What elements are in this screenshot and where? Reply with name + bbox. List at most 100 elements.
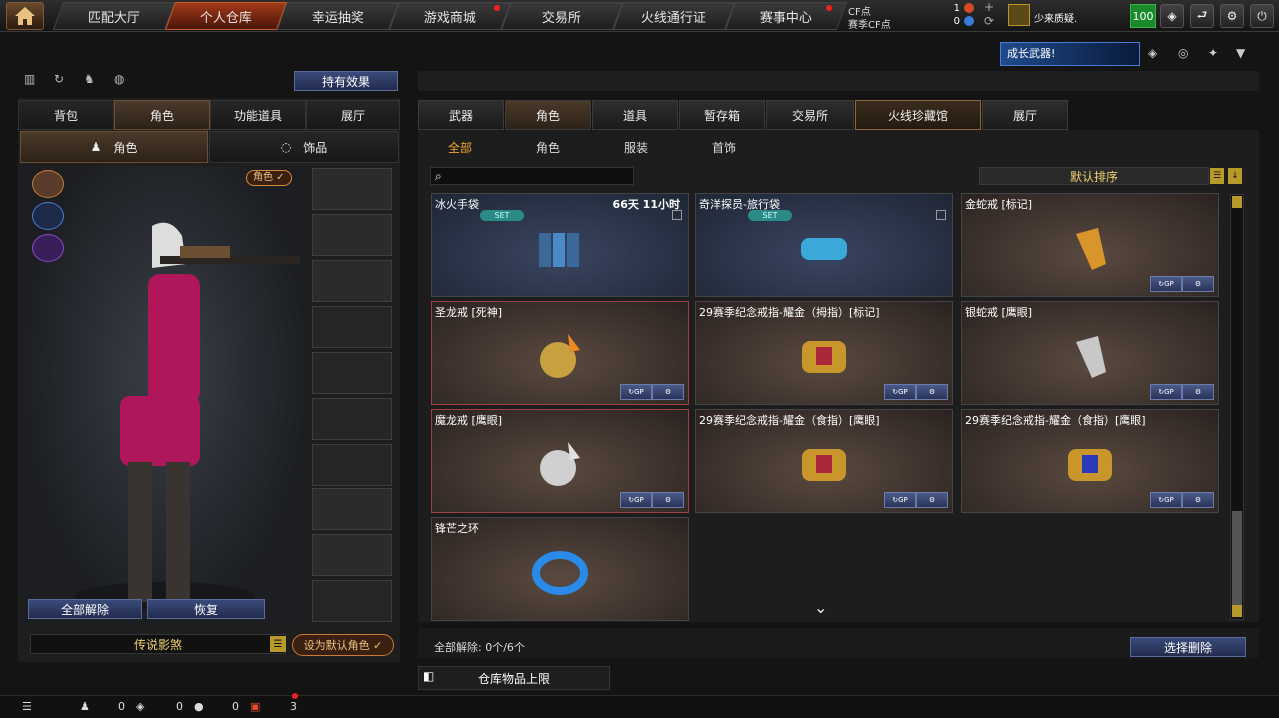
badge-icon-2[interactable]: ◎ bbox=[1178, 46, 1196, 64]
equip-slot-9[interactable] bbox=[312, 534, 392, 576]
nav-tab-exchange[interactable]: 交易所 bbox=[500, 2, 624, 30]
item-card[interactable]: 29赛季纪念戒指-耀金（食指）[鹰眼] ↻GP ⚙ bbox=[961, 409, 1219, 513]
tab-showroom[interactable]: 展厅 bbox=[306, 100, 400, 130]
character-icon[interactable]: ♞ bbox=[84, 72, 100, 88]
subtab-all[interactable]: 全部 bbox=[448, 139, 472, 156]
settings-button[interactable]: ⚙ bbox=[652, 384, 684, 400]
settings-button[interactable]: ⚙ bbox=[652, 492, 684, 508]
tab-character[interactable]: 角色 bbox=[505, 100, 591, 130]
list-view-icon[interactable]: ☰ bbox=[1210, 168, 1224, 184]
friends-icon[interactable]: ♟ bbox=[80, 700, 90, 713]
menu-icon[interactable]: ☰ bbox=[270, 636, 286, 652]
badge-icon-3[interactable]: ✦ bbox=[1208, 46, 1226, 64]
item-card[interactable]: 魔龙戒 [鹰眼] ↻GP ⚙ bbox=[431, 409, 689, 513]
sort-direction-icon[interactable]: ↓ bbox=[1228, 168, 1242, 184]
scroll-up-arrow-icon[interactable] bbox=[1232, 196, 1242, 208]
gp-button[interactable]: ↻GP bbox=[1150, 384, 1182, 400]
skill-slot-2[interactable] bbox=[32, 202, 64, 230]
subtab-character[interactable]: ♟ 角色 bbox=[20, 131, 208, 163]
chat-icon[interactable]: ● bbox=[194, 700, 204, 713]
list-icon[interactable]: ☰ bbox=[22, 700, 32, 713]
shield-icon[interactable]: ◈ bbox=[136, 700, 144, 713]
clear-all-button[interactable]: 全部解除 bbox=[28, 599, 142, 619]
stats-icon[interactable]: ▥ bbox=[24, 72, 40, 88]
hold-effect-button[interactable]: 持有效果 bbox=[294, 71, 398, 91]
badge-icon-1[interactable]: ◈ bbox=[1148, 46, 1166, 64]
history-icon[interactable]: ↻ bbox=[54, 72, 70, 88]
settings-button[interactable]: ⚙ bbox=[916, 384, 948, 400]
subtab-jewelry[interactable]: 首饰 bbox=[712, 139, 736, 156]
switch-button[interactable]: ⮐ bbox=[1190, 4, 1214, 28]
settings-button[interactable]: ⚙ bbox=[916, 492, 948, 508]
tab-collection-hall[interactable]: 火线珍藏馆 bbox=[855, 100, 981, 130]
nav-tab-battle-pass[interactable]: 火线通行证 bbox=[612, 2, 736, 30]
skill-slot-1[interactable] bbox=[32, 170, 64, 198]
equip-slot-8[interactable] bbox=[312, 488, 392, 530]
tab-items[interactable]: 道具 bbox=[592, 100, 678, 130]
equip-slot-4[interactable] bbox=[312, 306, 392, 348]
tab-backpack[interactable]: 背包 bbox=[18, 100, 114, 130]
bag-icon[interactable]: ◍ bbox=[114, 72, 130, 88]
item-card[interactable]: 圣龙戒 [死神] ↻GP ⚙ bbox=[431, 301, 689, 405]
nav-tab-match-hall[interactable]: 匹配大厅 bbox=[52, 2, 176, 30]
add-icon[interactable]: + bbox=[984, 0, 994, 14]
item-card[interactable]: 金蛇戒 [标记] ↻GP ⚙ bbox=[961, 193, 1219, 297]
settings-button[interactable]: ⚙ bbox=[1182, 276, 1214, 292]
item-card[interactable]: 锋芒之环 bbox=[431, 517, 689, 621]
subtab-accessories[interactable]: ◌ 饰品 bbox=[209, 131, 399, 163]
equip-slot-5[interactable] bbox=[312, 352, 392, 394]
equip-slot-10[interactable] bbox=[312, 580, 392, 622]
subtab-clothing[interactable]: 服装 bbox=[624, 139, 648, 156]
equip-slot-weapon[interactable] bbox=[312, 168, 392, 210]
settings-button[interactable]: ⚙ bbox=[1220, 4, 1244, 28]
search-input[interactable]: ⌕ bbox=[430, 167, 634, 185]
item-card[interactable]: 银蛇戒 [鹰眼] ↻GP ⚙ bbox=[961, 301, 1219, 405]
nav-tab-game-shop[interactable]: 游戏商城 bbox=[388, 2, 512, 30]
set-default-character-button[interactable]: 设为默认角色 ✓ bbox=[292, 634, 394, 656]
equip-slot-6[interactable] bbox=[312, 398, 392, 440]
tab-character[interactable]: 角色 bbox=[114, 100, 210, 130]
scroll-thumb[interactable] bbox=[1232, 511, 1242, 605]
skill-slot-3[interactable] bbox=[32, 234, 64, 262]
item-card[interactable]: 29赛季纪念戒指-耀金（食指）[鹰眼] ↻GP ⚙ bbox=[695, 409, 953, 513]
nav-tab-personal-storage[interactable]: 个人仓库 bbox=[164, 2, 288, 30]
settings-button[interactable]: ⚙ bbox=[1182, 384, 1214, 400]
scroll-down-arrow-icon[interactable] bbox=[1232, 605, 1242, 617]
tab-storage-box[interactable]: 暂存箱 bbox=[679, 100, 765, 130]
gp-button[interactable]: ↻GP bbox=[1150, 492, 1182, 508]
rank-button[interactable]: ◈ bbox=[1160, 4, 1184, 28]
home-button[interactable] bbox=[6, 2, 44, 30]
item-card[interactable]: 29赛季纪念戒指-耀金（拇指）[标记] ↻GP ⚙ bbox=[695, 301, 953, 405]
gp-button[interactable]: ↻GP bbox=[1150, 276, 1182, 292]
gp-button[interactable]: ↻GP bbox=[620, 384, 652, 400]
tab-weapons[interactable]: 武器 bbox=[418, 100, 504, 130]
gp-button[interactable]: ↻GP bbox=[884, 384, 916, 400]
scrollbar[interactable] bbox=[1230, 194, 1244, 620]
home-icon bbox=[15, 7, 35, 25]
tab-exchange[interactable]: 交易所 bbox=[766, 100, 854, 130]
gift-icon[interactable]: ▣ bbox=[250, 700, 260, 713]
tab-function-items[interactable]: 功能道具 bbox=[210, 100, 306, 130]
tab-showroom[interactable]: 展厅 bbox=[982, 100, 1068, 130]
nav-tab-lucky-draw[interactable]: 幸运抽奖 bbox=[276, 2, 400, 30]
item-name: 锋芒之环 bbox=[435, 522, 479, 535]
scroll-down-chevron-icon[interactable]: ⌄ bbox=[814, 598, 827, 617]
equip-slot-2[interactable] bbox=[312, 214, 392, 256]
gp-button[interactable]: ↻GP bbox=[884, 492, 916, 508]
restore-button[interactable]: 恢复 bbox=[147, 599, 265, 619]
select-delete-button[interactable]: 选择删除 bbox=[1130, 637, 1246, 657]
item-card[interactable]: 奇洋探员-旅行袋 SET bbox=[695, 193, 953, 297]
settings-button[interactable]: ⚙ bbox=[1182, 492, 1214, 508]
refresh-icon[interactable]: ⟳ bbox=[984, 14, 994, 28]
storage-limit-button[interactable]: ◧ 仓库物品上限 bbox=[418, 666, 610, 690]
subtab-character[interactable]: 角色 bbox=[536, 139, 560, 156]
equip-slot-3[interactable] bbox=[312, 260, 392, 302]
sort-dropdown[interactable]: 默认排序 bbox=[979, 167, 1209, 185]
power-button[interactable]: ⏻ bbox=[1250, 4, 1274, 28]
avatar[interactable] bbox=[1008, 4, 1030, 26]
growth-weapon-banner[interactable]: 成长武器! bbox=[1000, 42, 1140, 66]
equip-slot-7[interactable] bbox=[312, 444, 392, 486]
badge-icon-4[interactable]: ▼ bbox=[1236, 46, 1254, 64]
item-card[interactable]: 冰火手袋 66天 11小时 SET bbox=[431, 193, 689, 297]
gp-button[interactable]: ↻GP bbox=[620, 492, 652, 508]
